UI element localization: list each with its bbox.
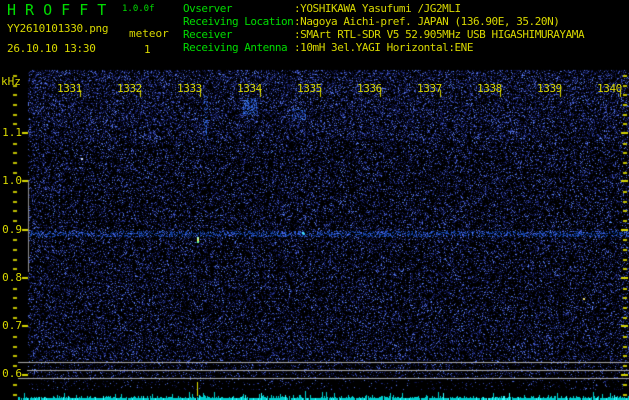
time-tick-label: 1340 — [597, 82, 622, 95]
output-filename: YY2610101330.png — [7, 22, 109, 35]
hrofft-window: H R O F F T 1.0.0f YY2610101330.png mete… — [0, 0, 629, 400]
time-tick-label: 1339 — [537, 82, 562, 95]
mode-label: meteor — [129, 27, 169, 40]
receiving-location-label: Receiving Location — [183, 15, 294, 28]
observer-label: Ovserver — [183, 2, 232, 15]
receiving-antenna-value: :10mH 3el.YAGI Horizontal:ENE — [294, 41, 474, 54]
app-title: H R O F F T — [7, 1, 107, 19]
freq-axis-unit: kHz — [1, 75, 21, 88]
receiver-label: Receiver — [183, 28, 232, 41]
time-tick-label: 1332 — [117, 82, 142, 95]
time-tick-label: 1331 — [57, 82, 82, 95]
receiving-antenna-label: Receiving Antenna — [183, 41, 288, 54]
time-tick-label: 1338 — [477, 82, 502, 95]
freq-tick-label: 0.9 — [2, 223, 22, 236]
freq-tick-label: 1.0 — [2, 174, 22, 187]
receiving-location-value: :Nagoya Aichi-pref. JAPAN (136.90E, 35.2… — [294, 15, 560, 28]
freq-tick-label: 0.7 — [2, 319, 22, 332]
spectrogram-canvas — [0, 0, 629, 400]
freq-tick-label: 0.8 — [2, 271, 22, 284]
time-tick-label: 1333 — [177, 82, 202, 95]
time-tick-label: 1335 — [297, 82, 322, 95]
app-version: 1.0.0f — [122, 4, 155, 14]
freq-tick-label: 1.1 — [2, 126, 22, 139]
freq-tick-label: 0.6 — [2, 367, 22, 380]
meteor-count: 1 — [144, 43, 151, 56]
time-tick-label: 1334 — [237, 82, 262, 95]
time-tick-label: 1336 — [357, 82, 382, 95]
time-tick-label: 1337 — [417, 82, 442, 95]
datetime-label: 26.10.10 13:30 — [7, 42, 96, 55]
receiver-value: :SMArt RTL-SDR V5 52.905MHz USB HIGASHIM… — [294, 28, 585, 41]
observer-value: :YOSHIKAWA Yasufumi /JG2MLI — [294, 2, 461, 15]
